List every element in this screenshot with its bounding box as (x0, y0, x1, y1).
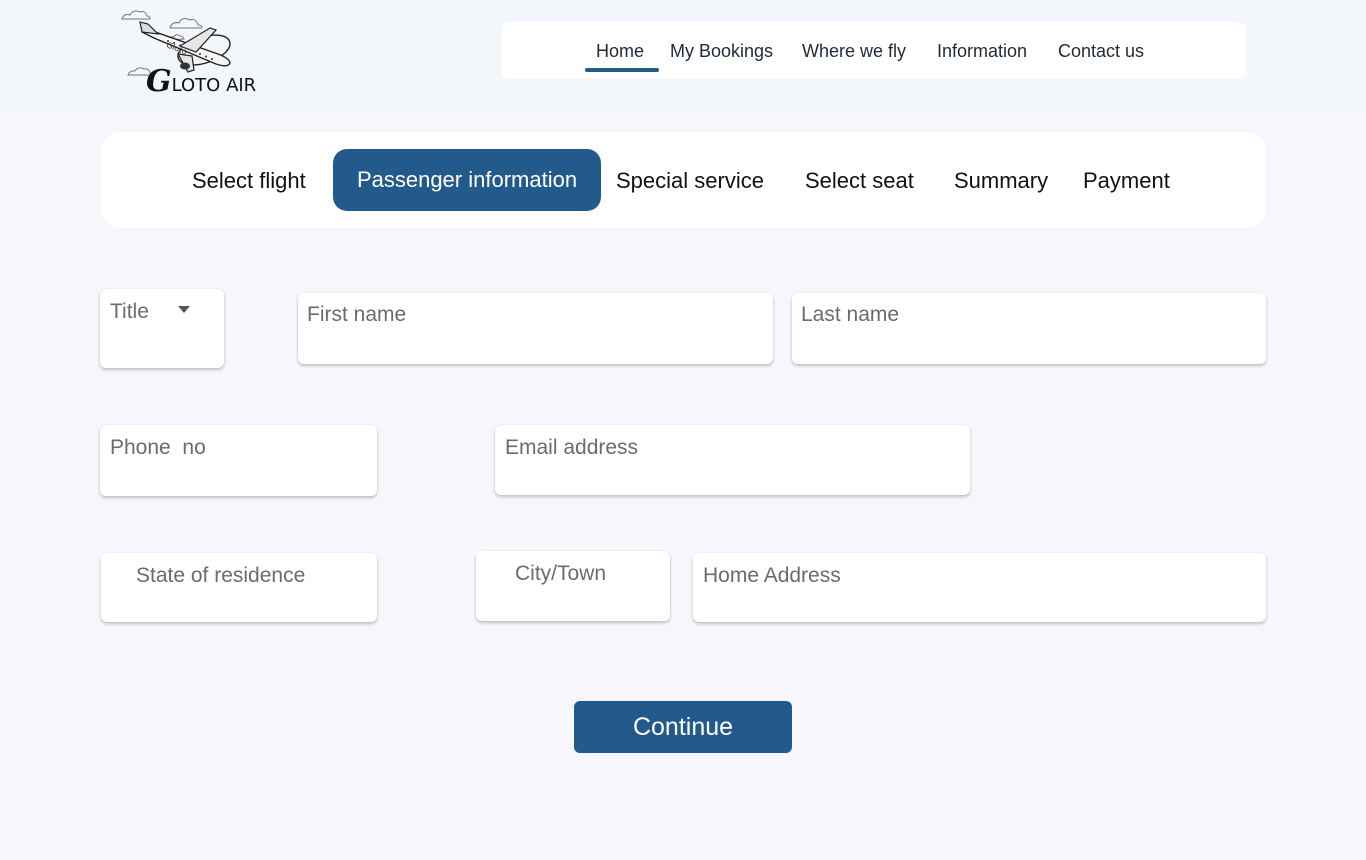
step-select-flight[interactable]: Select flight (192, 168, 306, 194)
nav-information[interactable]: Information (937, 41, 1027, 62)
state-placeholder: State of residence (136, 564, 306, 587)
logo-wordmark: GLOTO AIR (146, 64, 256, 99)
continue-button[interactable]: Continue (574, 701, 792, 753)
step-payment[interactable]: Payment (1083, 168, 1170, 194)
last-name-input[interactable]: Last name (792, 293, 1266, 364)
home-address-placeholder: Home Address (703, 564, 841, 587)
nav-active-indicator (585, 68, 659, 72)
step-select-seat[interactable]: Select seat (805, 168, 914, 194)
gloto-air-logo[interactable]: Gloto GLOTO AIR (118, 6, 278, 99)
first-name-placeholder: First name (307, 303, 407, 326)
first-name-input[interactable]: First name (298, 293, 773, 364)
state-input[interactable]: State of residence (101, 553, 377, 622)
nav-home[interactable]: Home (596, 41, 644, 62)
main-navigation: Home My Bookings Where we fly Informatio… (502, 22, 1246, 79)
phone-input[interactable]: Phone no (100, 425, 377, 496)
email-input[interactable]: Email address (495, 425, 970, 495)
phone-placeholder: Phone no (110, 436, 206, 459)
step-passenger-information[interactable]: Passenger information (333, 149, 601, 211)
email-placeholder: Email address (505, 436, 639, 459)
nav-contact-us[interactable]: Contact us (1058, 41, 1144, 62)
nav-where-we-fly[interactable]: Where we fly (802, 41, 906, 62)
step-special-service[interactable]: Special service (616, 168, 764, 194)
booking-steps: Select flight Passenger information Spec… (101, 132, 1266, 228)
step-summary[interactable]: Summary (954, 168, 1048, 194)
logo-text: LOTO AIR (171, 75, 257, 96)
last-name-placeholder: Last name (801, 303, 900, 326)
logo-letter: G (146, 64, 172, 99)
chevron-down-icon (178, 306, 190, 313)
nav-my-bookings[interactable]: My Bookings (670, 41, 773, 62)
home-address-input[interactable]: Home Address (693, 553, 1266, 622)
city-input[interactable]: City/Town (476, 551, 670, 621)
title-select[interactable]: Title (100, 289, 224, 368)
city-placeholder: City/Town (515, 562, 607, 585)
title-select-label: Title (110, 300, 149, 323)
